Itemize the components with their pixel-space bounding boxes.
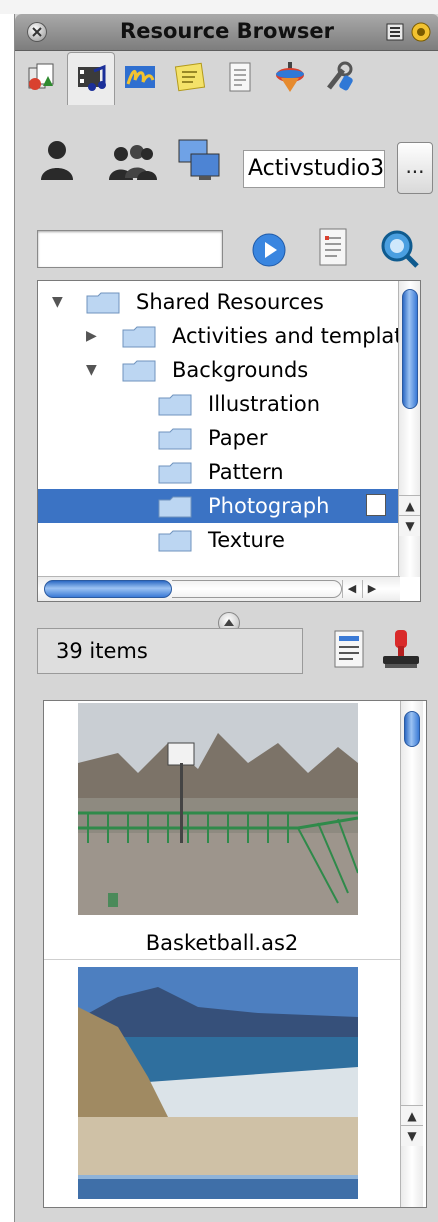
- scroll-track: [172, 580, 342, 598]
- tab-handwriting[interactable]: [117, 52, 163, 104]
- minimize-icon[interactable]: [385, 22, 405, 42]
- tab-media[interactable]: [67, 52, 115, 105]
- tab-notes[interactable]: [167, 52, 213, 104]
- gallery-item-beach[interactable]: [44, 961, 400, 1207]
- tree-item-backgrounds[interactable]: ▼ Backgrounds: [38, 353, 398, 387]
- user-group-icon[interactable]: [107, 138, 159, 182]
- user-folder-field[interactable]: Activstudio3: [243, 150, 385, 188]
- top-strip: [0, 0, 438, 14]
- folder-icon: [158, 394, 192, 416]
- folder-icon: [158, 462, 192, 484]
- tree-item-photograph[interactable]: Photograph: [38, 489, 398, 523]
- search-input[interactable]: [37, 230, 223, 268]
- disclosure-expanded-icon[interactable]: ▼: [86, 353, 97, 387]
- tools-icon: [327, 61, 353, 91]
- resource-tree[interactable]: ▼ Shared Resources ▶ Activities and temp…: [37, 280, 421, 602]
- play-search-icon[interactable]: [251, 232, 287, 268]
- tab-resource-pack[interactable]: [19, 52, 65, 104]
- tree-vertical-scrollbar[interactable]: ▲ ▼: [398, 281, 420, 577]
- folder-icon: [158, 530, 192, 552]
- properties-icon[interactable]: [331, 628, 367, 672]
- tree-vertical-scroll-thumb[interactable]: [402, 289, 418, 409]
- browse-button[interactable]: ...: [397, 142, 433, 194]
- folder-icon: [158, 428, 192, 450]
- basketball-court-thumbnail: [78, 703, 358, 915]
- scroll-left-arrow-icon[interactable]: ◀: [342, 580, 361, 598]
- folder-icon: [86, 292, 120, 314]
- items-count: 39 items: [37, 628, 303, 674]
- folder-icon: [122, 326, 156, 348]
- tree-horizontal-scroll-thumb[interactable]: [44, 580, 172, 598]
- gallery-divider: [44, 959, 400, 960]
- scroll-right-arrow-icon[interactable]: ▶: [362, 580, 381, 598]
- user-bar: Activstudio3 ...: [15, 114, 438, 214]
- resource-browser-panel: Resource Browser Activstudio3 ... ▼ Shar…: [14, 14, 438, 1222]
- find-icon[interactable]: [377, 226, 421, 270]
- gallery-vertical-scroll-thumb[interactable]: [404, 711, 420, 747]
- tab-document[interactable]: [217, 52, 263, 104]
- folder-icon: [158, 496, 192, 518]
- tab-tools[interactable]: [317, 52, 363, 104]
- item-details-icon[interactable]: [366, 494, 386, 516]
- gallery-item-basketball[interactable]: Basketball.as2: [44, 701, 400, 961]
- disclosure-collapsed-icon[interactable]: ▶: [86, 319, 97, 353]
- gallery-item-label: Basketball.as2: [145, 931, 299, 955]
- shapes-icon: [28, 63, 54, 90]
- shared-computers-icon[interactable]: [177, 138, 223, 182]
- scroll-up-arrow-icon[interactable]: ▲: [399, 495, 420, 516]
- scroll-down-arrow-icon[interactable]: ▼: [399, 515, 420, 536]
- tree-item-illustration[interactable]: Illustration: [38, 387, 398, 421]
- title-bar[interactable]: Resource Browser: [15, 14, 438, 51]
- resource-gallery[interactable]: Basketball.as2 ▲ ▼: [43, 700, 427, 1208]
- single-user-icon[interactable]: [37, 138, 77, 182]
- tree-item-activities[interactable]: ▶ Activities and templates: [38, 319, 420, 353]
- sticky-note-icon: [174, 62, 206, 92]
- spinning-top-icon: [276, 62, 304, 92]
- folder-icon: [122, 360, 156, 382]
- search-options-icon[interactable]: [315, 226, 351, 270]
- beach-thumbnail: [78, 967, 358, 1199]
- resource-tabs: [17, 52, 437, 110]
- gallery-vertical-scrollbar[interactable]: ▲ ▼: [400, 701, 423, 1207]
- film-music-icon: [78, 64, 106, 91]
- tree-item-shared-resources[interactable]: ▼ Shared Resources: [38, 285, 398, 319]
- stamp-icon[interactable]: [379, 628, 423, 672]
- scroll-down-arrow-icon[interactable]: ▼: [401, 1125, 423, 1146]
- pin-icon[interactable]: [411, 22, 431, 42]
- scroll-up-arrow-icon[interactable]: ▲: [401, 1105, 423, 1126]
- tree-item-pattern[interactable]: Pattern: [38, 455, 398, 489]
- tab-spinner[interactable]: [267, 52, 313, 104]
- tree-item-texture[interactable]: Texture: [38, 523, 398, 557]
- disclosure-expanded-icon[interactable]: ▼: [52, 285, 63, 319]
- tree-horizontal-scrollbar[interactable]: ◀ ▶: [38, 576, 400, 601]
- tree-item-paper[interactable]: Paper: [38, 421, 398, 455]
- handwriting-icon: [125, 66, 155, 88]
- window-title: Resource Browser: [120, 19, 334, 43]
- document-icon: [229, 62, 251, 92]
